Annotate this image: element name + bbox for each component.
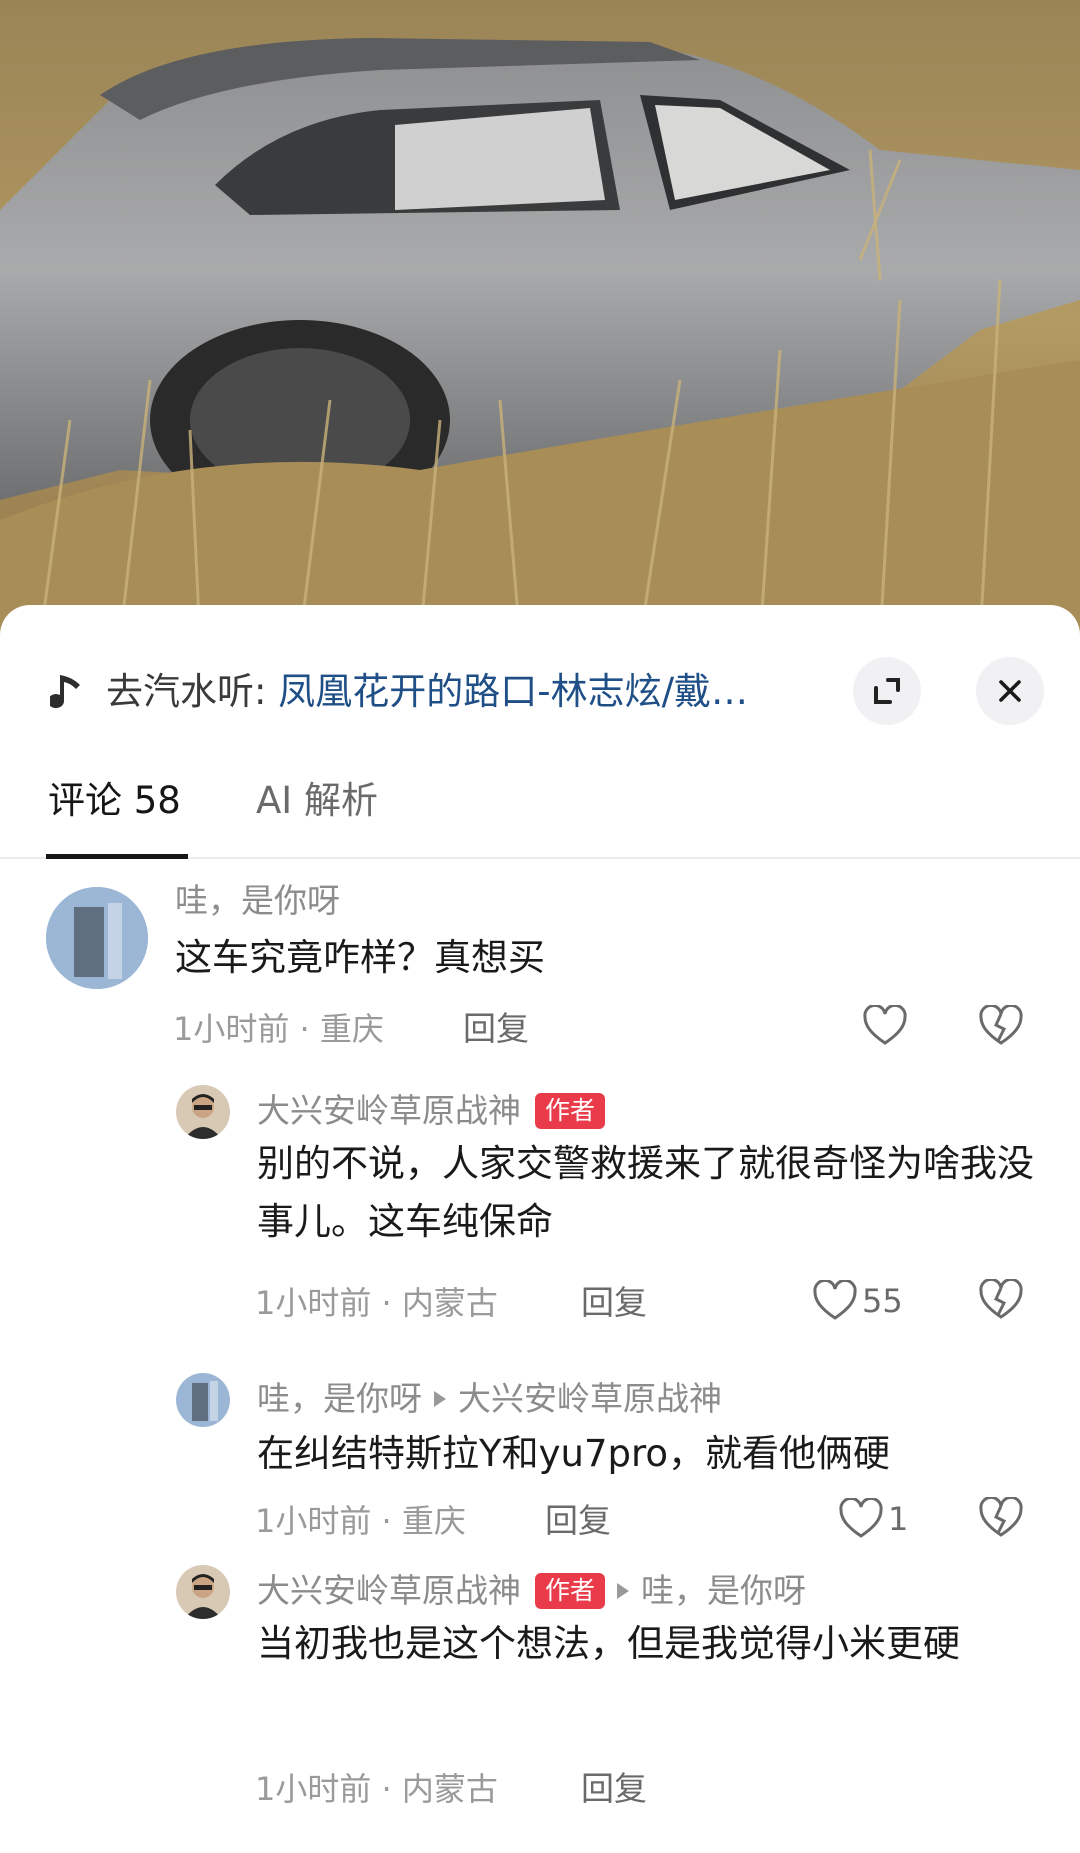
expand-icon bbox=[874, 678, 900, 704]
avatar[interactable] bbox=[176, 1565, 230, 1619]
dislike-button[interactable] bbox=[978, 1495, 1024, 1543]
comment-text: 在纠结特斯拉Y和yu7pro，就看他俩硬 bbox=[257, 1432, 891, 1475]
like-count: 1 bbox=[888, 1500, 909, 1538]
tab-ai-analysis[interactable]: AI 解析 bbox=[256, 745, 378, 857]
like-button[interactable] bbox=[862, 1005, 912, 1047]
comment-text: 当初我也是这个想法，但是我觉得小米更硬 bbox=[257, 1622, 960, 1665]
dislike-button[interactable] bbox=[978, 1003, 1024, 1051]
music-song-link[interactable]: 凤凰花开的路口-林志炫/戴… bbox=[278, 670, 748, 713]
like-count: 55 bbox=[862, 1282, 903, 1320]
broken-heart-icon bbox=[979, 1495, 1023, 1537]
heart-icon bbox=[813, 1280, 857, 1320]
heart-icon bbox=[839, 1498, 883, 1538]
reply-arrow-icon bbox=[617, 1583, 630, 1599]
reply-button[interactable]: 回复 bbox=[463, 1007, 529, 1051]
reply-button[interactable]: 回复 bbox=[581, 1281, 647, 1325]
music-note-icon bbox=[50, 675, 80, 709]
comment-sheet: 去汽水听: 凤凰花开的路口-林志炫/戴… 评论 58 AI 解析 哇，是你呀 这… bbox=[0, 605, 1080, 1853]
avatar[interactable] bbox=[176, 1085, 230, 1139]
comment-meta: 1小时前 · 内蒙古 bbox=[255, 1284, 498, 1322]
reply-to-username[interactable]: 哇，是你呀 bbox=[641, 1569, 806, 1613]
username-text[interactable]: 哇，是你呀 bbox=[175, 879, 340, 923]
like-button[interactable]: 55 bbox=[812, 1279, 903, 1323]
username-text[interactable]: 大兴安岭草原战神 bbox=[257, 1089, 521, 1133]
active-tab-indicator bbox=[46, 854, 188, 859]
comment-text: 别的不说，人家交警救援来了就很奇怪为啥我没事儿。这车纯保命 bbox=[257, 1142, 1034, 1243]
expand-button[interactable] bbox=[853, 657, 921, 725]
comment-username[interactable]: 大兴安岭草原战神 作者 哇，是你呀 bbox=[257, 1569, 806, 1613]
comment-username[interactable]: 大兴安岭草原战神 作者 bbox=[257, 1089, 606, 1133]
broken-heart-icon bbox=[979, 1277, 1023, 1319]
close-icon bbox=[999, 680, 1021, 702]
comment-item: 哇，是你呀 大兴安岭草原战神 在纠结特斯拉Y和yu7pro，就看他俩硬 1小时前… bbox=[0, 1365, 1080, 1565]
music-label[interactable]: 去汽水听: 凤凰花开的路口-林志炫/戴… bbox=[106, 665, 748, 719]
reply-button[interactable]: 回复 bbox=[545, 1499, 611, 1543]
like-button[interactable]: 1 bbox=[838, 1497, 908, 1541]
comment-meta: 1小时前 · 重庆 bbox=[173, 1010, 384, 1048]
music-prefix: 去汽水听: bbox=[106, 670, 279, 713]
reply-button[interactable]: 回复 bbox=[581, 1767, 647, 1811]
close-button[interactable] bbox=[976, 657, 1044, 725]
reply-to-username[interactable]: 大兴安岭草原战神 bbox=[458, 1377, 722, 1421]
music-bar[interactable]: 去汽水听: 凤凰花开的路口-林志炫/戴… bbox=[50, 657, 1050, 727]
comment-item: 大兴安岭草原战神 作者 哇，是你呀 当初我也是这个想法，但是我觉得小米更硬 1小… bbox=[0, 1557, 1080, 1853]
comment-username[interactable]: 哇，是你呀 bbox=[175, 879, 340, 923]
comment-username[interactable]: 哇，是你呀 大兴安岭草原战神 bbox=[257, 1377, 722, 1421]
tab-bar: 评论 58 AI 解析 bbox=[0, 745, 1080, 859]
tab-comments[interactable]: 评论 58 bbox=[48, 745, 181, 857]
comment-meta: 1小时前 · 重庆 bbox=[255, 1502, 466, 1540]
author-badge: 作者 bbox=[535, 1573, 606, 1609]
comment-meta: 1小时前 · 内蒙古 bbox=[255, 1770, 498, 1808]
comment-item: 大兴安岭草原战神 作者 别的不说，人家交警救援来了就很奇怪为啥我没事儿。这车纯保… bbox=[0, 1073, 1080, 1333]
broken-heart-icon bbox=[979, 1003, 1023, 1045]
avatar[interactable] bbox=[46, 887, 148, 989]
heart-icon bbox=[863, 1005, 907, 1045]
author-badge: 作者 bbox=[535, 1093, 606, 1129]
username-text[interactable]: 哇，是你呀 bbox=[257, 1377, 422, 1421]
comment-item: 哇，是你呀 这车究竟咋样？真想买 1小时前 · 重庆 回复 bbox=[0, 875, 1080, 1075]
reply-arrow-icon bbox=[434, 1391, 446, 1407]
avatar[interactable] bbox=[176, 1373, 230, 1427]
post-photo bbox=[0, 0, 1080, 640]
dislike-button[interactable] bbox=[978, 1277, 1024, 1325]
username-text[interactable]: 大兴安岭草原战神 bbox=[257, 1569, 521, 1613]
comment-text: 这车究竟咋样？真想买 bbox=[175, 936, 545, 979]
